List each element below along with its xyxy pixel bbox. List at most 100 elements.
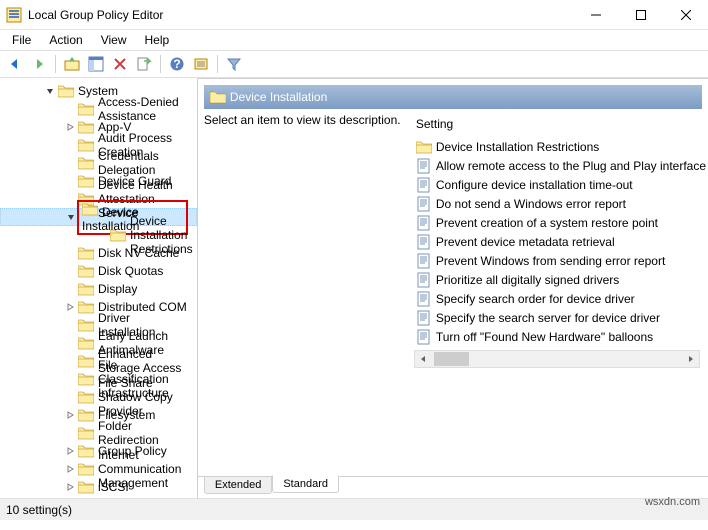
setting-row[interactable]: Specify search order for device driver bbox=[414, 289, 706, 308]
policy-icon bbox=[416, 310, 432, 326]
setting-label: Allow remote access to the Plug and Play… bbox=[436, 159, 706, 173]
status-text: 10 setting(s) bbox=[6, 503, 72, 517]
app-icon bbox=[6, 7, 22, 23]
window-title: Local Group Policy Editor bbox=[28, 8, 573, 22]
minimize-button[interactable] bbox=[573, 0, 618, 29]
tree-label: Disk Quotas bbox=[98, 264, 163, 278]
tree-item[interactable]: Disk NV Cache bbox=[0, 244, 197, 262]
setting-row[interactable]: Prevent Windows from sending error repor… bbox=[414, 251, 706, 270]
close-button[interactable] bbox=[663, 0, 708, 29]
twisty-open[interactable] bbox=[65, 211, 77, 223]
folder-icon bbox=[78, 426, 94, 440]
description-prompt: Select an item to view its description. bbox=[204, 113, 406, 127]
scroll-thumb[interactable] bbox=[434, 352, 469, 366]
tree-item[interactable]: Internet Communication Management bbox=[0, 460, 197, 478]
twisty-none bbox=[64, 103, 76, 115]
tree-item[interactable]: Credentials Delegation bbox=[0, 154, 197, 172]
policy-icon bbox=[416, 158, 432, 174]
setting-row[interactable]: Prevent creation of a system restore poi… bbox=[414, 213, 706, 232]
policy-icon bbox=[416, 253, 432, 269]
menu-action[interactable]: Action bbox=[41, 31, 90, 49]
setting-row[interactable]: Prioritize all digitally signed drivers bbox=[414, 270, 706, 289]
setting-label: Specify search order for device driver bbox=[436, 292, 635, 306]
menu-file[interactable]: File bbox=[4, 31, 39, 49]
toolbar-separator bbox=[55, 55, 56, 73]
setting-label: Device Installation Restrictions bbox=[436, 140, 599, 154]
setting-row[interactable]: Do not send a Windows error report bbox=[414, 194, 706, 213]
twisty-closed[interactable] bbox=[64, 409, 76, 421]
setting-row[interactable]: Turn off "Found New Hardware" balloons bbox=[414, 327, 706, 346]
setting-row[interactable]: Configure device installation time-out bbox=[414, 175, 706, 194]
setting-label: Do not send a Windows error report bbox=[436, 197, 626, 211]
policy-icon bbox=[416, 196, 432, 212]
details-panel: Device Installation Select an item to vi… bbox=[198, 78, 708, 498]
folder-icon bbox=[78, 102, 94, 116]
statusbar: 10 setting(s) bbox=[0, 498, 708, 520]
setting-label: Specify the search server for device dri… bbox=[436, 311, 660, 325]
toolbar-separator bbox=[217, 55, 218, 73]
tree-item[interactable]: Disk Quotas bbox=[0, 262, 197, 280]
filter-button[interactable] bbox=[223, 53, 245, 75]
toolbar: ? bbox=[0, 50, 708, 78]
show-hide-tree-button[interactable] bbox=[85, 53, 107, 75]
folder-icon bbox=[78, 408, 94, 422]
horizontal-scrollbar[interactable] bbox=[414, 350, 700, 368]
setting-label: Prevent device metadata retrieval bbox=[436, 235, 615, 249]
setting-column-header[interactable]: Setting bbox=[414, 113, 706, 137]
policy-icon bbox=[416, 272, 432, 288]
menu-view[interactable]: View bbox=[93, 31, 135, 49]
tree-item[interactable]: Device Installation Restrictions bbox=[0, 226, 197, 244]
tree-item[interactable]: Display bbox=[0, 280, 197, 298]
folder-icon bbox=[78, 138, 94, 152]
tab-standard[interactable]: Standard bbox=[272, 475, 339, 493]
properties-button[interactable] bbox=[190, 53, 212, 75]
setting-label: Prevent Windows from sending error repor… bbox=[436, 254, 665, 268]
tab-extended[interactable]: Extended bbox=[204, 476, 272, 494]
setting-row[interactable]: Allow remote access to the Plug and Play… bbox=[414, 156, 706, 175]
settings-pane: Setting Device Installation Restrictions… bbox=[414, 113, 706, 476]
setting-row[interactable]: Specify the search server for device dri… bbox=[414, 308, 706, 327]
setting-row[interactable]: Device Installation Restrictions bbox=[414, 137, 706, 156]
folder-icon bbox=[78, 174, 94, 188]
twisty-closed[interactable] bbox=[64, 301, 76, 313]
toolbar-separator bbox=[160, 55, 161, 73]
twisty-none bbox=[64, 139, 76, 151]
twisty-none bbox=[64, 193, 76, 205]
twisty-none bbox=[64, 427, 76, 439]
scroll-left-button[interactable] bbox=[415, 351, 432, 367]
forward-button[interactable] bbox=[28, 53, 50, 75]
delete-button[interactable] bbox=[109, 53, 131, 75]
folder-icon bbox=[416, 140, 432, 154]
scroll-right-button[interactable] bbox=[682, 351, 699, 367]
svg-text:?: ? bbox=[173, 57, 180, 71]
tree-item[interactable]: Access-Denied Assistance bbox=[0, 100, 197, 118]
twisty-none bbox=[64, 391, 76, 403]
folder-icon bbox=[78, 300, 94, 314]
folder-icon bbox=[78, 282, 94, 296]
export-button[interactable] bbox=[133, 53, 155, 75]
maximize-button[interactable] bbox=[618, 0, 663, 29]
twisty-closed[interactable] bbox=[64, 121, 76, 133]
back-button[interactable] bbox=[4, 53, 26, 75]
twisty-closed[interactable] bbox=[64, 463, 76, 475]
help-button[interactable]: ? bbox=[166, 53, 188, 75]
setting-row[interactable]: Prevent device metadata retrieval bbox=[414, 232, 706, 251]
twisty-none bbox=[64, 265, 76, 277]
tree-item[interactable]: Folder Redirection bbox=[0, 424, 197, 442]
twisty-closed[interactable] bbox=[64, 481, 76, 493]
twisty-none bbox=[64, 355, 76, 367]
content-area: SystemAccess-Denied AssistanceApp-VAudit… bbox=[0, 78, 708, 498]
twisty-closed[interactable] bbox=[64, 445, 76, 457]
policy-icon bbox=[416, 234, 432, 250]
tree-label: Disk NV Cache bbox=[98, 246, 179, 260]
twisty-open[interactable] bbox=[44, 85, 56, 97]
up-button[interactable] bbox=[61, 53, 83, 75]
tree-label: Folder Redirection bbox=[98, 419, 189, 447]
menu-help[interactable]: Help bbox=[137, 31, 178, 49]
folder-icon bbox=[78, 336, 94, 350]
details-tabs: Extended Standard bbox=[198, 476, 708, 498]
tree-panel[interactable]: SystemAccess-Denied AssistanceApp-VAudit… bbox=[0, 78, 198, 498]
folder-icon bbox=[110, 228, 126, 242]
tree-item[interactable]: File Share Shadow Copy Provider bbox=[0, 388, 197, 406]
setting-label: Prevent creation of a system restore poi… bbox=[436, 216, 658, 230]
